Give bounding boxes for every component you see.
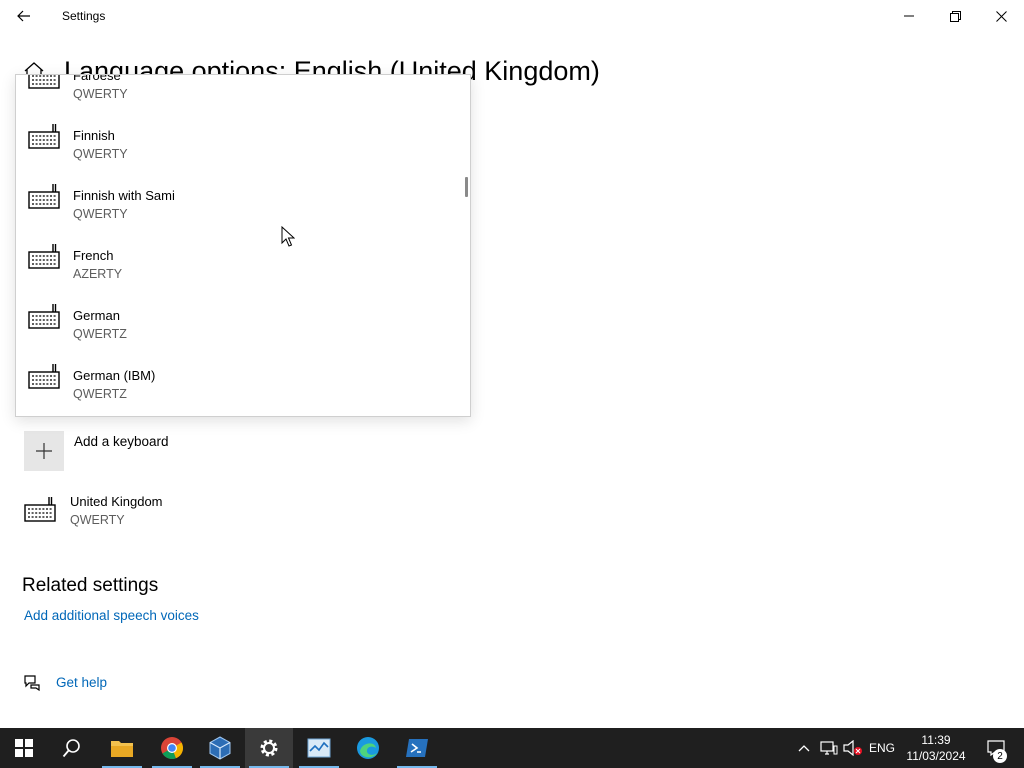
installed-keyboard-name: United Kingdom	[70, 494, 163, 509]
keyboard-icon	[28, 244, 60, 269]
taskbar-edge[interactable]	[344, 728, 392, 768]
clock-date: 11/03/2024	[906, 749, 966, 763]
taskbar-chrome[interactable]	[148, 728, 196, 768]
minimize-icon	[904, 15, 914, 17]
keyboard-option-layout: QWERTZ	[73, 327, 127, 341]
file-explorer-icon	[111, 741, 133, 757]
keyboard-icon	[28, 75, 60, 89]
action-center-button[interactable]: 2	[978, 728, 1014, 768]
keyboard-option-layout: QWERTY	[73, 87, 128, 101]
keyboard-icon	[28, 304, 60, 329]
start-icon	[15, 739, 33, 757]
keyboard-option-name: German	[73, 308, 120, 323]
installed-keyboard-item[interactable]: United Kingdom QWERTY	[24, 492, 324, 532]
keyboard-picker-flyout[interactable]: Faroese QWERTY Finnish QWERTY Finnish wi…	[15, 74, 471, 417]
volume-muted-icon	[843, 740, 862, 756]
keyboard-option-layout: AZERTY	[73, 267, 123, 281]
network-icon	[820, 741, 838, 755]
get-help-icon	[24, 675, 40, 692]
virtualbox-icon	[209, 736, 231, 760]
keyboard-option-french[interactable]: French AZERTY	[16, 227, 470, 287]
search-button[interactable]	[48, 728, 96, 768]
close-icon	[995, 10, 1007, 22]
keyboard-option-layout: QWERTZ	[73, 387, 127, 401]
keyboard-option-layout: QWERTY	[73, 207, 128, 221]
notification-count-badge: 2	[993, 749, 1007, 763]
keyboard-icon	[28, 124, 60, 149]
keyboard-option-name: Faroese	[73, 74, 121, 83]
close-button[interactable]	[978, 0, 1024, 32]
network-button[interactable]	[818, 728, 840, 768]
back-button[interactable]	[0, 0, 48, 32]
plus-icon	[36, 443, 52, 459]
app-title: Settings	[62, 9, 106, 23]
volume-button[interactable]	[842, 728, 864, 768]
get-help-link[interactable]: Get help	[56, 675, 107, 690]
chevron-up-icon	[798, 745, 810, 752]
powershell-icon	[406, 739, 428, 757]
installed-keyboard-layout: QWERTY	[70, 513, 125, 527]
taskbar-task-manager[interactable]	[295, 728, 343, 768]
edge-icon	[357, 737, 379, 759]
start-button[interactable]	[0, 728, 48, 768]
keyboard-option-name: French	[73, 248, 114, 263]
task-manager-icon	[307, 738, 331, 758]
clock[interactable]: 11:39 11/03/2024	[903, 728, 969, 768]
keyboard-option-finnish-with-sami[interactable]: Finnish with Sami QWERTY	[16, 167, 470, 227]
keyboard-option-german[interactable]: German QWERTZ	[16, 287, 470, 347]
title-bar: Settings	[0, 0, 1024, 32]
input-language-indicator[interactable]: ENG	[866, 728, 898, 768]
minimize-button[interactable]	[886, 0, 932, 32]
taskbar-powershell[interactable]	[393, 728, 441, 768]
keyboard-option-name: German (IBM)	[73, 368, 156, 383]
keyboard-option-name: Finnish with Sami	[73, 188, 175, 203]
add-keyboard-tile	[24, 431, 64, 471]
restore-icon	[949, 10, 961, 22]
restore-button[interactable]	[932, 0, 978, 32]
keyboard-icon	[24, 497, 56, 522]
keyboard-picker-list: Faroese QWERTY Finnish QWERTY Finnish wi…	[16, 74, 470, 407]
mouse-cursor-icon	[281, 226, 295, 247]
keyboard-option-name: Finnish	[73, 128, 115, 143]
taskbar: ENG 11:39 11/03/2024 2	[0, 728, 1024, 768]
taskbar-settings[interactable]	[245, 728, 293, 768]
taskbar-file-explorer[interactable]	[98, 728, 146, 768]
clock-time: 11:39	[921, 733, 951, 747]
flyout-scrollbar-thumb[interactable]	[465, 177, 468, 197]
keyboard-option-german-ibm[interactable]: German (IBM) QWERTZ	[16, 347, 470, 407]
keyboard-option-layout: QWERTY	[73, 147, 128, 161]
keyboard-icon	[28, 184, 60, 209]
keyboard-option-faroese[interactable]: Faroese QWERTY	[16, 74, 470, 107]
back-arrow-icon	[17, 10, 30, 22]
add-keyboard-button[interactable]: Add a keyboard	[24, 431, 384, 471]
show-hidden-icons-button[interactable]	[794, 728, 814, 768]
related-settings-heading: Related settings	[22, 575, 159, 596]
keyboard-icon	[28, 364, 60, 389]
keyboard-option-finnish[interactable]: Finnish QWERTY	[16, 107, 470, 167]
chrome-icon	[161, 737, 184, 760]
add-speech-voices-link[interactable]: Add additional speech voices	[24, 608, 199, 623]
taskbar-virtualbox[interactable]	[196, 728, 244, 768]
add-keyboard-label: Add a keyboard	[74, 434, 169, 449]
settings-icon	[260, 739, 278, 757]
search-icon	[62, 739, 80, 758]
